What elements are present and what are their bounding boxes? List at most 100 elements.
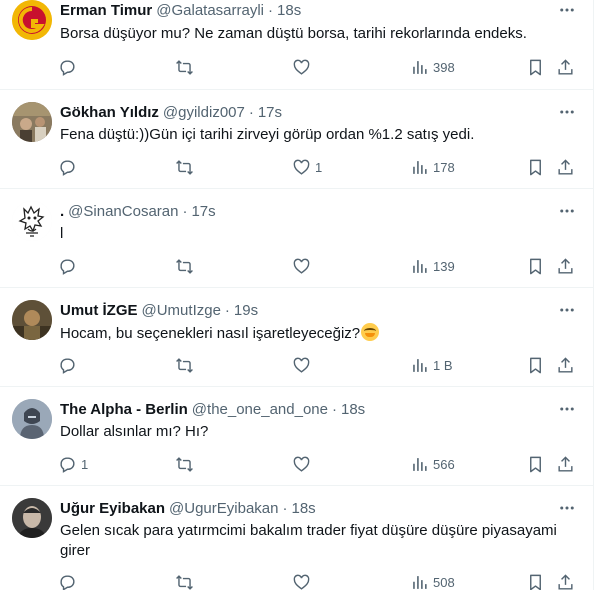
bookmark-button[interactable] [526,449,545,479]
retweet-button[interactable] [175,350,198,380]
reply-icon [60,456,75,473]
timestamp[interactable]: 17s [258,104,282,121]
display-name[interactable]: Umut İZGE [60,302,138,319]
retweet-icon [176,258,193,274]
avatar-armored-figure-icon[interactable] [12,399,52,439]
share-button[interactable] [556,251,575,281]
reply-button[interactable] [58,251,81,281]
views-button[interactable]: 1 B [410,350,453,380]
views-icon [413,259,427,273]
share-button[interactable] [556,350,575,380]
heart-icon [293,574,310,590]
heart-icon [293,456,310,472]
bookmark-button[interactable] [526,350,545,380]
display-name[interactable]: The Alpha - Berlin [60,401,188,418]
user-handle[interactable]: @Galatasarrayli [156,2,264,19]
share-button[interactable] [556,567,575,590]
views-icon [413,160,427,174]
display-name[interactable]: . [60,203,64,220]
tweet[interactable]: Erman Timur @Galatasarrayli · 18s Borsa … [0,0,593,90]
views-icon [413,60,427,74]
retweet-button[interactable] [175,52,198,82]
tweet[interactable]: Gökhan Yıldız @gyildiz007 · 17s Fena düş… [0,90,593,189]
avatar-photo-avatar-icon[interactable] [12,102,52,142]
like-button[interactable] [292,251,315,281]
reply-icon [60,258,75,275]
view-count: 508 [433,574,455,590]
retweet-button[interactable] [175,449,198,479]
views-icon [413,358,427,372]
views-button[interactable]: 178 [410,152,455,182]
retweet-button[interactable] [175,567,198,590]
timestamp[interactable]: 19s [234,302,258,319]
action-bar: 1 178 [52,152,583,182]
more-options-icon[interactable] [557,201,577,221]
share-button[interactable] [556,52,575,82]
more-options-icon[interactable] [557,0,577,20]
action-bar: 1 B [52,350,583,380]
timestamp[interactable]: 18s [341,401,365,418]
retweet-button[interactable] [175,152,198,182]
avatar-cartoon-sketch-icon[interactable] [12,201,52,241]
avatar-galatasaray-logo-icon[interactable] [12,0,52,40]
more-options-icon[interactable] [557,300,577,320]
action-bar: 508 [52,567,583,590]
retweet-icon [176,59,193,75]
reply-button[interactable] [58,152,81,182]
avatar-portrait-photo-icon[interactable] [12,498,52,538]
display-name[interactable]: Uğur Eyibakan [60,500,165,517]
timestamp[interactable]: 18s [291,500,315,517]
avatar-photo-avatar-icon[interactable] [12,300,52,340]
reply-button[interactable] [58,350,81,380]
user-handle[interactable]: @the_one_and_one [192,401,328,418]
views-button[interactable]: 566 [410,449,455,479]
heart-icon [293,357,310,373]
tweet[interactable]: . @SinanCosaran · 17s l 139 [0,189,593,288]
tweet[interactable]: The Alpha - Berlin @the_one_and_one · 18… [0,387,593,486]
view-count: 566 [433,456,455,472]
like-button[interactable]: 1 [292,152,322,182]
reply-feed: Erman Timur @Galatasarrayli · 18s Borsa … [0,0,594,590]
bookmark-icon [530,574,541,590]
user-handle[interactable]: @UmutIzge [142,302,221,319]
more-options-icon[interactable] [557,102,577,122]
bookmark-button[interactable] [526,152,545,182]
like-button[interactable] [292,350,315,380]
more-options-icon[interactable] [557,498,577,518]
views-button[interactable]: 139 [410,251,455,281]
display-name[interactable]: Gökhan Yıldız [60,104,159,121]
like-button[interactable] [292,567,315,590]
share-button[interactable] [556,152,575,182]
retweet-icon [176,574,193,590]
reply-button[interactable] [58,52,81,82]
tweet-text: l [60,225,64,242]
retweet-icon [176,159,193,175]
like-button[interactable] [292,449,315,479]
reply-button[interactable] [58,567,81,590]
views-icon [413,457,427,471]
reply-button[interactable]: 1 [58,449,88,479]
user-handle[interactable]: @SinanCosaran [68,203,178,220]
more-options-icon[interactable] [557,399,577,419]
view-count: 1 B [433,357,453,373]
timestamp[interactable]: 17s [191,203,215,220]
timestamp[interactable]: 18s [277,2,301,19]
tweet[interactable]: Umut İZGE @UmutIzge · 19s Hocam, bu seçe… [0,288,593,387]
bookmark-button[interactable] [526,567,545,590]
views-button[interactable]: 508 [410,567,455,590]
reply-icon [60,357,75,374]
share-button[interactable] [556,449,575,479]
user-handle[interactable]: @gyildiz007 [163,104,245,121]
tweet[interactable]: Uğur Eyibakan @UgurEyibakan · 18s Gelen … [0,486,593,590]
user-handle[interactable]: @UgurEyibakan [169,500,278,517]
retweet-button[interactable] [175,251,198,281]
bookmark-button[interactable] [526,52,545,82]
like-button[interactable] [292,52,315,82]
views-button[interactable]: 398 [410,52,455,82]
heart-icon [293,159,310,175]
action-bar: 1 566 [52,449,583,479]
bookmark-button[interactable] [526,251,545,281]
tweet-header: Erman Timur @Galatasarrayli · 18s [60,0,301,20]
display-name[interactable]: Erman Timur [60,2,152,19]
reply-icon [60,59,75,76]
